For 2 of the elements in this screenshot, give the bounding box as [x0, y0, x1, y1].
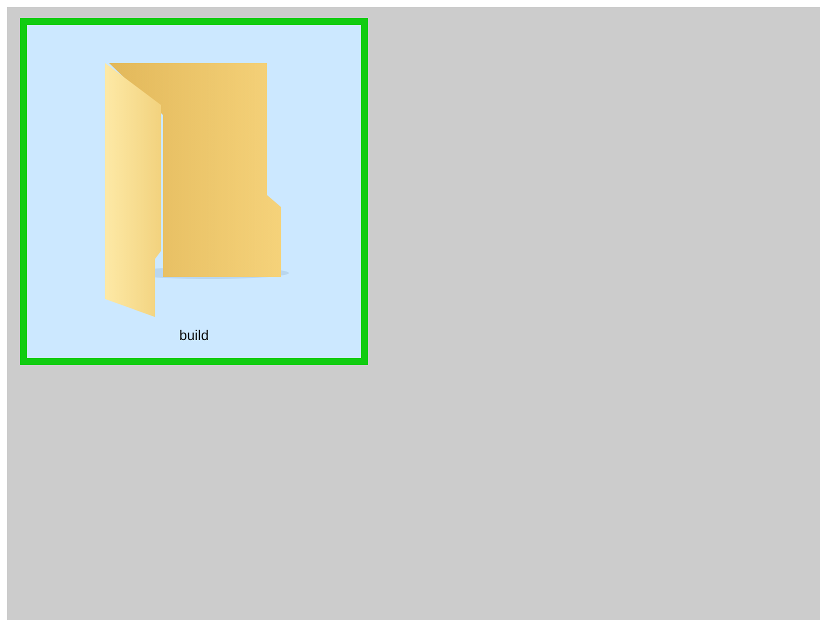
folder-tile[interactable]: build	[20, 18, 368, 365]
folder-name: build	[179, 327, 209, 343]
